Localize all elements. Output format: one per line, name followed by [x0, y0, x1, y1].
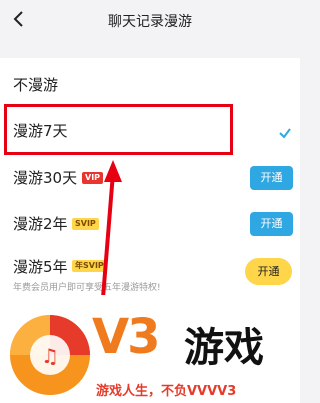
brand-slogan: 游戏人生，不负VVVV3	[96, 384, 237, 399]
watermark: ♫ V3 游戏 游戏人生，不负VVVV3	[0, 295, 300, 403]
brand-name: 游戏	[184, 325, 264, 371]
v3-logo-icon: ♫	[10, 315, 90, 395]
svg-text:♫: ♫	[41, 344, 59, 368]
brand-v3: V3	[92, 309, 161, 365]
